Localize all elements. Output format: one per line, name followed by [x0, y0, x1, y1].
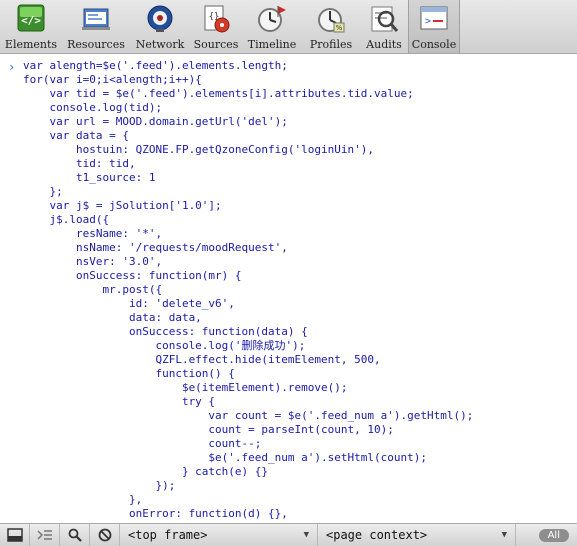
dock-button[interactable] — [0, 524, 30, 546]
tab-timeline[interactable]: Timeline — [242, 0, 302, 53]
console-code-line: nsName: '/requests/moodRequest', — [23, 241, 288, 254]
tab-label: Profiles — [309, 38, 353, 51]
console-code-line: hostuin: QZONE.FP.getQzoneConfig('loginU… — [23, 143, 374, 156]
timeline-icon — [258, 6, 286, 32]
profiles-icon: % — [318, 8, 345, 33]
frame-select[interactable]: <top frame> ▼ — [120, 524, 318, 546]
search-icon — [68, 528, 82, 542]
svg-text:</>: </> — [21, 14, 41, 27]
console-drawer-button[interactable] — [30, 524, 60, 546]
console-code-line: for(var i=0;i<alength;i++){ — [23, 73, 202, 86]
tab-label: Network — [135, 38, 185, 51]
console-code-line: count = parseInt(count, 10); — [23, 423, 394, 436]
tab-label: Timeline — [247, 38, 297, 51]
context-select-value: <page context> — [326, 528, 428, 542]
tab-console[interactable]: > Console — [408, 0, 460, 53]
console-code-line: } catch(e) {} — [23, 465, 269, 478]
console-code-line: t1_source: 1 — [23, 171, 156, 184]
tab-label: Sources — [193, 38, 239, 51]
console-code-line: mr.post({ — [23, 283, 163, 296]
tab-network[interactable]: Network — [130, 0, 190, 53]
console-prompt: › — [8, 60, 16, 74]
chevron-down-icon: ▼ — [303, 530, 309, 540]
console-code-line: onSuccess: function(data) { — [23, 325, 308, 338]
console-code-line: }; — [23, 185, 63, 198]
console-code-line: id: 'delete_v6', — [23, 297, 235, 310]
clear-console-button[interactable] — [90, 524, 120, 546]
console-code-line: }); — [23, 479, 176, 492]
tab-label: Audits — [366, 38, 402, 51]
console-code-line: j$.load({ — [23, 213, 110, 226]
console-status-bar: <top frame> ▼ <page context> ▼ All — [0, 523, 577, 546]
console-code-line: count--; — [23, 437, 262, 450]
context-select[interactable]: <page context> ▼ — [318, 524, 516, 546]
console-drawer-icon — [36, 530, 52, 540]
svg-text:>: > — [425, 16, 431, 27]
filter-all-badge[interactable]: All — [538, 528, 569, 542]
tab-sources[interactable]: {} Sources — [190, 0, 242, 53]
console-code-line: var data = { — [23, 129, 129, 142]
audits-icon — [371, 6, 399, 32]
console-code-line: onError: function(d) {}, — [23, 507, 288, 520]
tab-audits[interactable]: Audits — [360, 0, 408, 53]
console-code-line: var count = $e('.feed_num a').getHtml(); — [23, 409, 474, 422]
svg-text:%: % — [336, 24, 343, 32]
console-code-line: var url = MOOD.domain.getUrl('del'); — [23, 115, 288, 128]
console-code-line: var alength=$e('.feed').elements.length; — [23, 59, 288, 72]
devtools-toolbar: </> Elements Resources Network {} Source… — [0, 0, 577, 54]
tab-resources[interactable]: Resources — [62, 0, 130, 53]
console-code-line: console.log('删除成功'); — [23, 339, 306, 352]
console-code-line: }, — [23, 493, 143, 506]
console-code-line: function() { — [23, 367, 235, 380]
tab-elements[interactable]: </> Elements — [0, 0, 62, 53]
console-input-code[interactable]: var alength=$e('.feed').elements.length;… — [23, 59, 473, 523]
clear-icon — [98, 528, 111, 542]
search-button[interactable] — [60, 524, 90, 546]
elements-icon: </> — [17, 4, 45, 32]
resources-icon — [82, 8, 110, 30]
dock-icon — [6, 528, 23, 542]
console-code-line: $e(itemElement).remove(); — [23, 381, 348, 394]
network-icon — [147, 5, 173, 32]
tab-label: Console — [411, 38, 457, 51]
sources-icon: {} — [204, 5, 230, 33]
console-code-line: var j$ = jSolution['1.0']; — [23, 199, 222, 212]
console-code-line: var tid = $e('.feed').elements[i].attrib… — [23, 87, 414, 100]
console-panel[interactable]: › var alength=$e('.feed').elements.lengt… — [0, 55, 577, 523]
console-code-line: console.log(tid); — [23, 101, 163, 114]
console-code-line: resName: '*', — [23, 227, 163, 240]
tab-profiles[interactable]: % Profiles — [302, 0, 360, 53]
chevron-down-icon: ▼ — [501, 530, 507, 540]
console-code-line: nsVer: '3.0', — [23, 255, 163, 268]
console-code-line: tid: tid, — [23, 157, 136, 170]
tab-label: Resources — [67, 38, 125, 51]
console-code-line: data: data, — [23, 311, 202, 324]
tab-label: Elements — [4, 38, 58, 51]
console-code-line: try { — [23, 395, 216, 408]
console-code-line: onSuccess: function(mr) { — [23, 269, 242, 282]
console-code-line: QZFL.effect.hide(itemElement, 500, — [23, 353, 381, 366]
console-icon: > — [420, 6, 448, 30]
console-code-line: $e('.feed_num a').setHtml(count); — [23, 451, 427, 464]
frame-select-value: <top frame> — [128, 528, 208, 542]
